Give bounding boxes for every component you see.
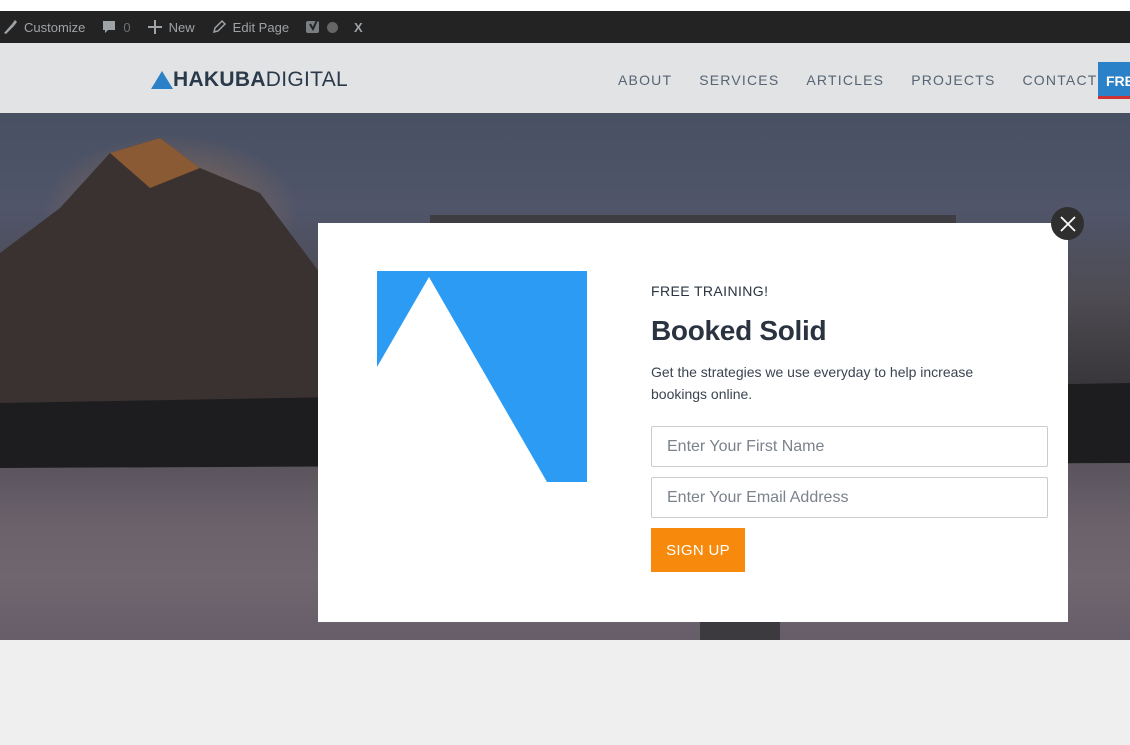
- edit-page-link[interactable]: Edit Page: [203, 11, 297, 43]
- site-header: HAKUBA DIGITAL ABOUT SERVICES ARTICLES P…: [0, 43, 1130, 113]
- customize-label: Customize: [24, 19, 86, 35]
- logo-bold-text: HAKUBA: [173, 68, 266, 91]
- new-link[interactable]: New: [139, 11, 203, 43]
- free-cta-button[interactable]: FRE: [1098, 62, 1130, 99]
- popup-title: Booked Solid: [651, 315, 827, 346]
- x-link[interactable]: X: [346, 11, 371, 43]
- status-dot-icon: [327, 21, 339, 33]
- admin-bar-area: Customize 0 New Edit Page X: [0, 0, 1130, 43]
- email-input[interactable]: [651, 477, 1048, 518]
- nav-projects[interactable]: PROJECTS: [911, 72, 995, 88]
- new-label: New: [168, 19, 195, 35]
- logo-light-text: DIGITAL: [265, 68, 349, 91]
- mountain-logo-icon: [151, 71, 173, 89]
- comments-link[interactable]: 0: [93, 11, 138, 43]
- nav-about[interactable]: ABOUT: [618, 72, 672, 88]
- main-nav: ABOUT SERVICES ARTICLES PROJECTS CONTACT: [618, 72, 1125, 88]
- edit-page-label: Edit Page: [232, 19, 290, 35]
- comment-icon: [103, 21, 116, 33]
- brush-icon: [4, 20, 17, 34]
- admin-bar: Customize 0 New Edit Page X: [0, 11, 1130, 43]
- yoast-icon: [306, 19, 320, 33]
- nav-articles[interactable]: ARTICLES: [806, 72, 884, 88]
- plus-icon: [147, 20, 162, 34]
- close-icon: [1059, 215, 1076, 232]
- popup-mountain-logo: [377, 271, 587, 482]
- close-popup-button[interactable]: [1051, 207, 1084, 240]
- site-logo[interactable]: HAKUBA DIGITAL: [151, 68, 348, 92]
- popup-content: FREE TRAINING! Booked Solid Get the stra…: [651, 283, 1048, 572]
- signup-button[interactable]: SIGN UP: [651, 528, 745, 572]
- comments-count: 0: [123, 19, 131, 35]
- nav-contact[interactable]: CONTACT: [1022, 72, 1097, 88]
- optin-popup: FREE TRAINING! Booked Solid Get the stra…: [318, 223, 1068, 622]
- seo-menu[interactable]: [297, 11, 346, 43]
- popup-description: Get the strategies we use everyday to he…: [651, 364, 974, 402]
- nav-services[interactable]: SERVICES: [699, 72, 779, 88]
- customize-link[interactable]: Customize: [0, 11, 93, 43]
- x-label: X: [354, 19, 363, 35]
- pencil-icon: [212, 19, 226, 34]
- first-name-input[interactable]: [651, 426, 1048, 467]
- popup-eyebrow: FREE TRAINING!: [651, 283, 769, 299]
